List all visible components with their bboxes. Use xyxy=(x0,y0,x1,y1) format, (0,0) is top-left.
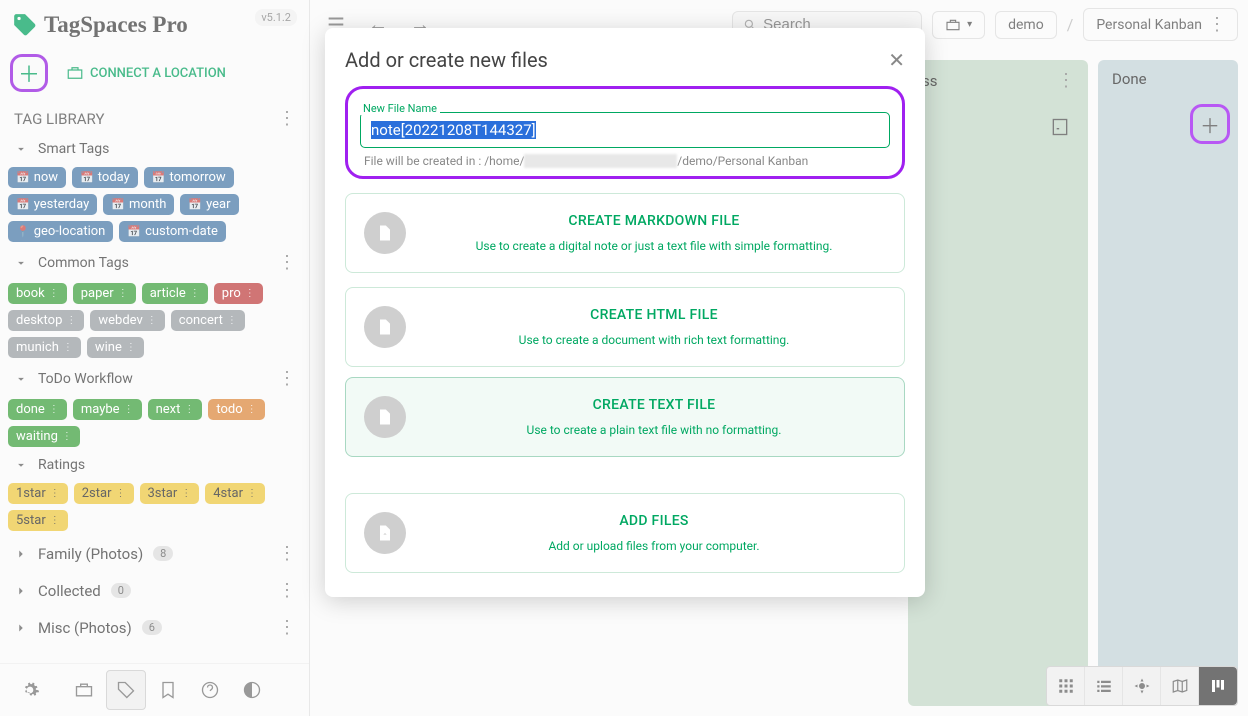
file-icon xyxy=(375,223,395,243)
close-icon[interactable]: ✕ xyxy=(888,48,905,72)
option-subtitle: Use to create a document with rich text … xyxy=(422,333,886,347)
filename-helper: File will be created in : /home/xxxxxxxx… xyxy=(360,148,890,170)
option-title: CREATE TEXT FILE xyxy=(422,397,886,413)
create-option-3[interactable]: ADD FILES Add or upload files from your c… xyxy=(345,493,905,573)
filename-label: New File Name xyxy=(360,102,440,115)
option-subtitle: Use to create a digital note or just a t… xyxy=(422,239,886,253)
file-icon xyxy=(375,407,395,427)
create-option-2[interactable]: CREATE TEXT FILE Use to create a plain te… xyxy=(345,377,905,457)
filename-input[interactable]: note[20221208T144327] xyxy=(360,112,890,148)
modal-title: Add or create new files xyxy=(345,48,548,72)
file-icon xyxy=(375,317,395,337)
upload-file-icon xyxy=(375,523,395,543)
option-title: CREATE HTML FILE xyxy=(422,307,886,323)
option-subtitle: Add or upload files from your computer. xyxy=(422,539,886,553)
filename-field-wrap: New File Name note[20221208T144327] File… xyxy=(345,86,905,179)
option-subtitle: Use to create a plain text file with no … xyxy=(422,423,886,437)
create-option-0[interactable]: CREATE MARKDOWN FILE Use to create a digi… xyxy=(345,193,905,273)
create-option-1[interactable]: CREATE HTML FILE Use to create a document… xyxy=(345,287,905,367)
option-title: ADD FILES xyxy=(422,513,886,529)
option-title: CREATE MARKDOWN FILE xyxy=(422,213,886,229)
create-file-modal: Add or create new files ✕ New File Name … xyxy=(325,28,925,597)
